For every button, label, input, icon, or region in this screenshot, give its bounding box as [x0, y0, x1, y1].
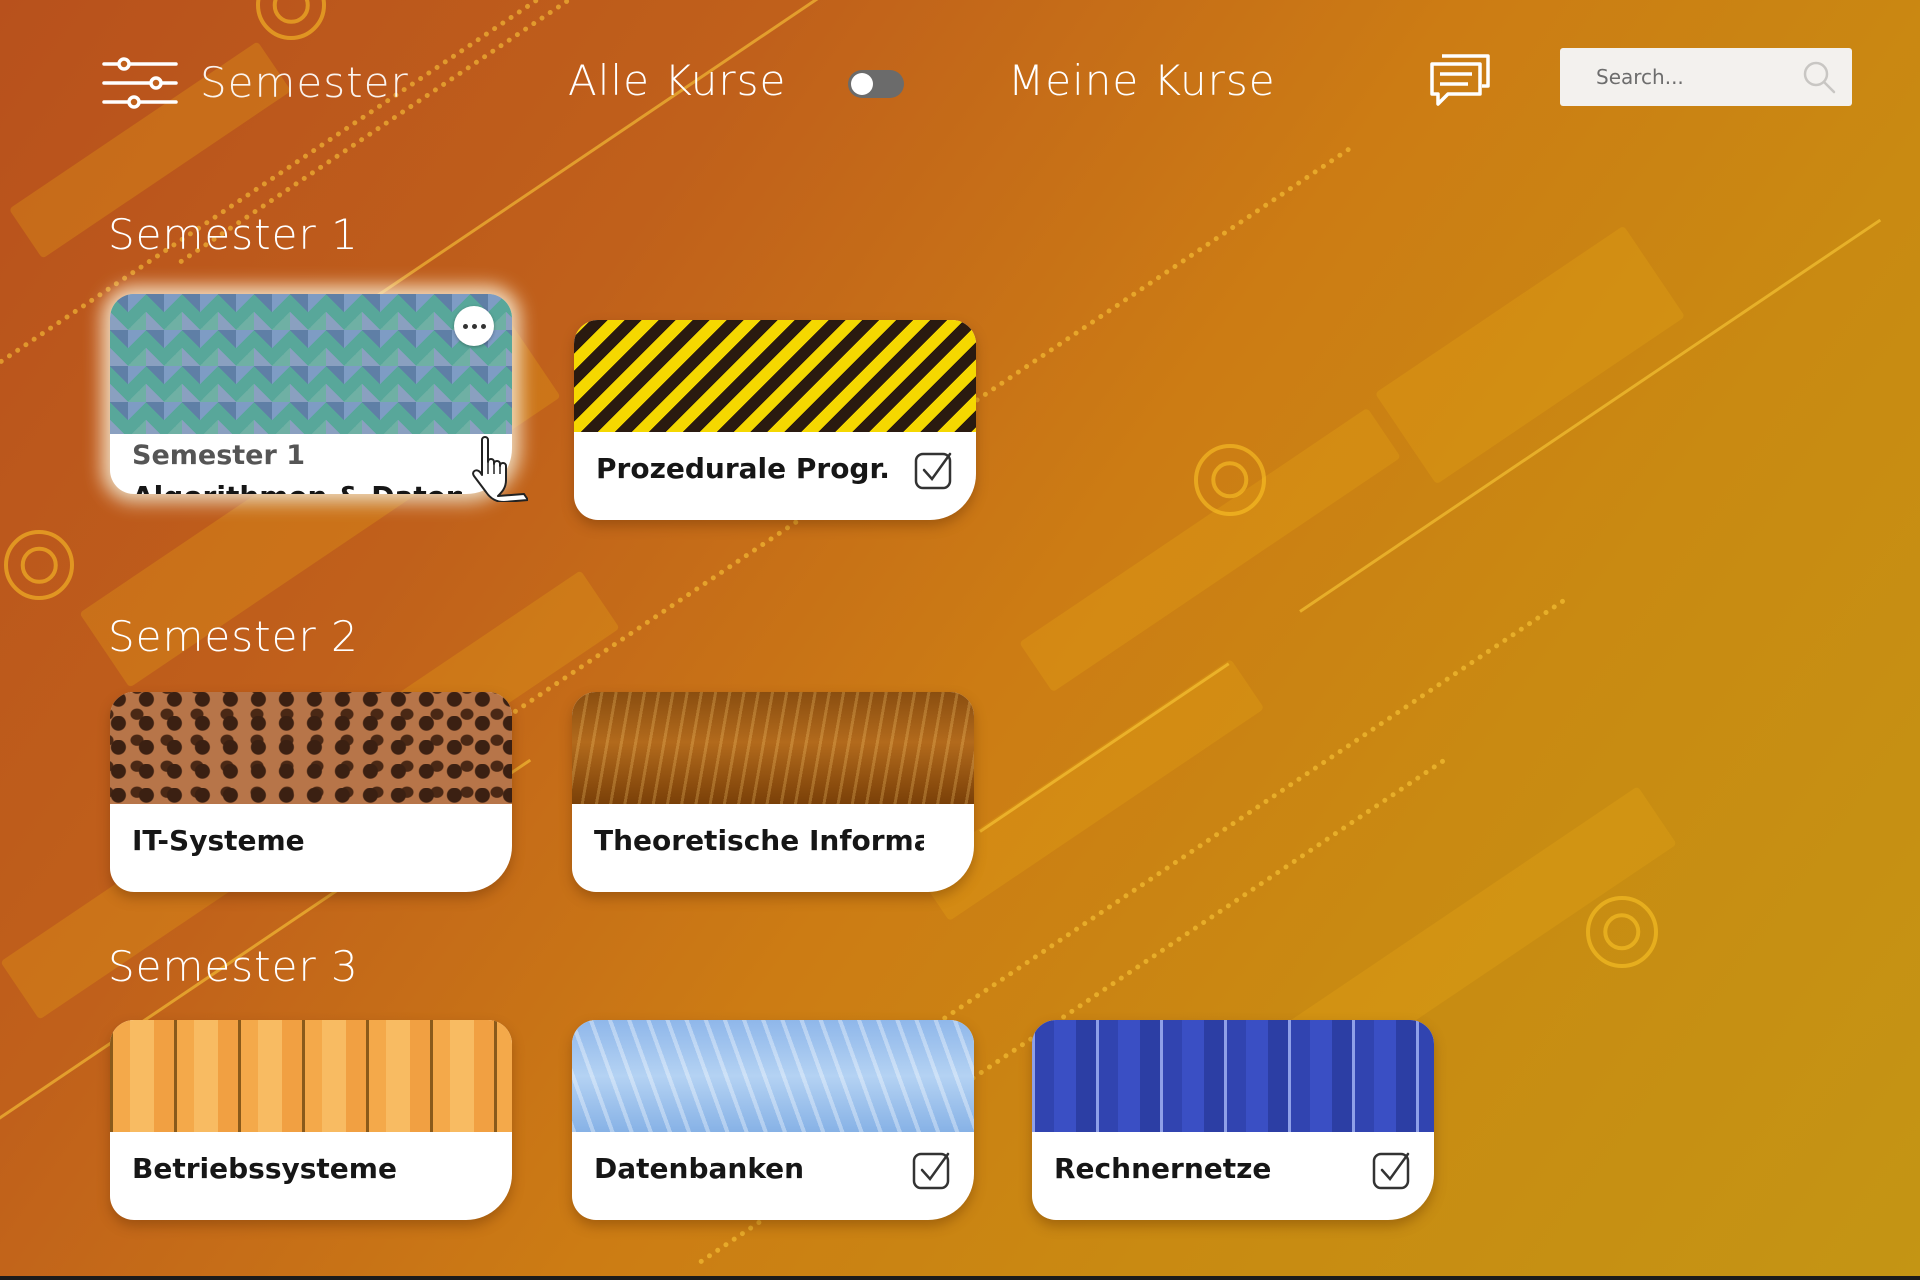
course-title: Prozedurale Progr. — [596, 452, 890, 485]
course-card-datenbanken[interactable]: Datenbanken — [572, 1020, 974, 1220]
semester-filter-label[interactable]: Semester — [200, 58, 409, 107]
course-card-theoretische-informatik[interactable]: Theoretische Informati — [572, 692, 974, 892]
section-title-semester-1: Semester 1 — [108, 210, 359, 259]
course-banner — [1032, 1020, 1434, 1132]
search-box — [1560, 48, 1852, 106]
top-bar: Semester Alle Kurse Meine Kurse — [0, 0, 1920, 160]
checkbox-checked-icon[interactable] — [912, 1150, 952, 1190]
toggle-knob — [851, 73, 873, 95]
search-icon[interactable] — [1802, 60, 1836, 94]
course-banner — [572, 692, 974, 804]
bottom-border — [0, 1276, 1920, 1280]
course-card-rechnernetze[interactable]: Rechnernetze — [1032, 1020, 1434, 1220]
course-semester-label: Semester 1 — [132, 440, 305, 471]
course-title: Theoretische Informati — [594, 824, 924, 857]
courses-toggle[interactable] — [848, 70, 904, 98]
tab-alle-kurse[interactable]: Alle Kurse — [568, 56, 786, 105]
course-banner — [110, 1020, 512, 1132]
filter-sliders-icon[interactable] — [102, 56, 178, 110]
tab-meine-kurse[interactable]: Meine Kurse — [1008, 56, 1276, 105]
section-title-semester-2: Semester 2 — [108, 612, 359, 661]
course-card-algorithmen[interactable]: Semester 1 Algorithmen & Datenstr — [110, 294, 512, 494]
checkbox-checked-icon[interactable] — [1372, 1150, 1412, 1190]
course-card-prozedurale[interactable]: Prozedurale Progr. — [574, 320, 976, 520]
course-title: Datenbanken — [594, 1152, 805, 1185]
section-title-semester-3: Semester 3 — [108, 942, 359, 991]
course-card-betriebssysteme[interactable]: Betriebssysteme — [110, 1020, 512, 1220]
course-banner — [110, 692, 512, 804]
chat-messages-icon[interactable] — [1428, 50, 1494, 110]
course-title: IT-Systeme — [132, 824, 305, 857]
search-input[interactable] — [1560, 48, 1826, 106]
course-card-it-systeme[interactable]: IT-Systeme — [110, 692, 512, 892]
checkbox-checked-icon[interactable] — [914, 450, 954, 490]
course-banner — [574, 320, 976, 432]
course-title: Rechnernetze — [1054, 1152, 1272, 1185]
course-title: Algorithmen & Datenstr — [132, 480, 462, 494]
more-options-icon[interactable] — [454, 306, 494, 346]
course-banner — [110, 294, 512, 434]
course-banner — [572, 1020, 974, 1132]
course-title: Betriebssysteme — [132, 1152, 397, 1185]
